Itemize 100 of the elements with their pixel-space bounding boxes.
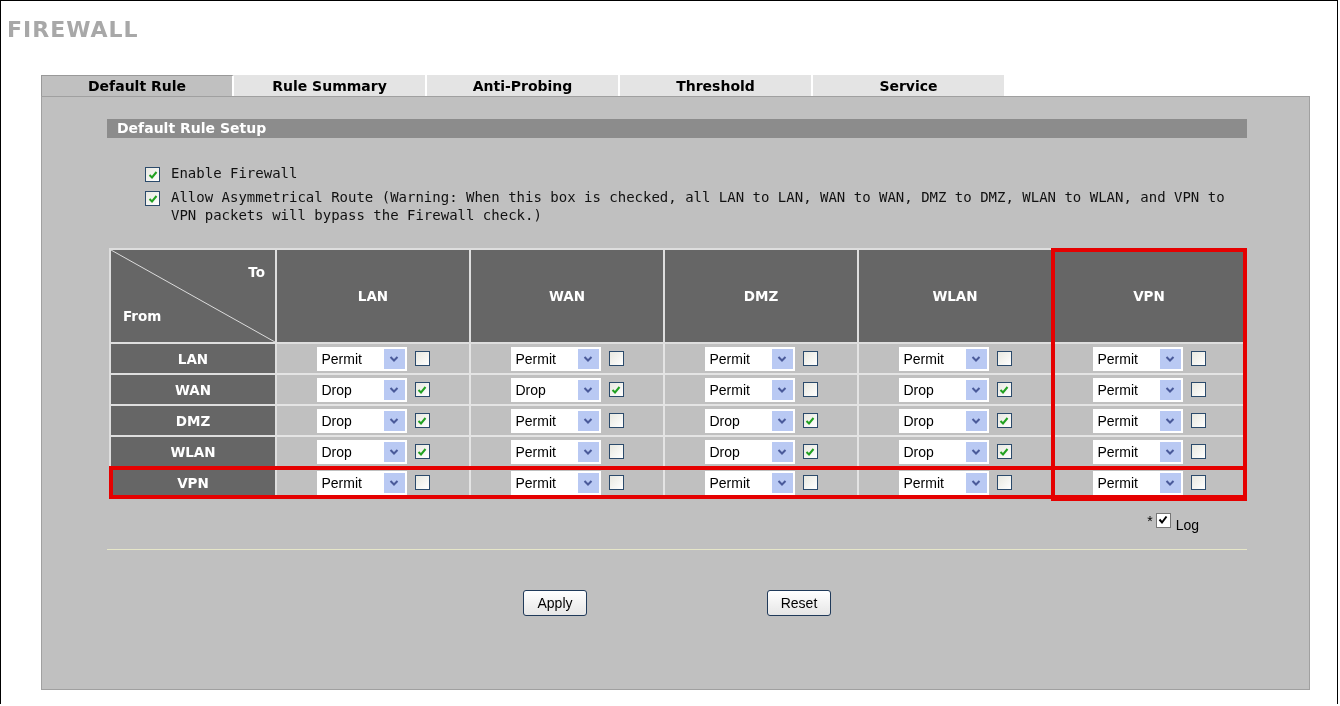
checkbox[interactable]: [145, 191, 160, 206]
action-dropdown[interactable]: Permit: [316, 470, 407, 495]
dropdown-value: Drop: [902, 381, 934, 398]
action-dropdown[interactable]: Permit: [704, 346, 795, 371]
chevron-down-icon: [771, 441, 793, 462]
form-button[interactable]: Apply: [523, 590, 587, 616]
log-checkbox[interactable]: [996, 351, 1012, 366]
dropdown-value: Permit: [708, 474, 750, 491]
chevron-down-icon: [577, 410, 599, 431]
log-checkbox[interactable]: [802, 444, 818, 459]
dropdown-value: Permit: [708, 381, 750, 398]
dropdown-value: Drop: [320, 443, 352, 460]
action-dropdown[interactable]: Permit: [510, 408, 601, 433]
log-checkbox[interactable]: [414, 444, 430, 459]
log-checkbox[interactable]: [802, 382, 818, 397]
log-checkbox[interactable]: [608, 351, 624, 366]
log-checkbox[interactable]: [996, 444, 1012, 459]
tab[interactable]: Anti-Probing: [427, 75, 620, 96]
action-dropdown[interactable]: Permit: [1092, 408, 1183, 433]
chevron-down-icon: [771, 348, 793, 369]
action-dropdown[interactable]: Drop: [704, 439, 795, 464]
action-dropdown[interactable]: Permit: [898, 346, 989, 371]
log-checkbox[interactable]: [608, 475, 624, 490]
chevron-down-icon: [771, 379, 793, 400]
log-checkbox[interactable]: [608, 382, 624, 397]
dropdown-value: Drop: [708, 443, 740, 460]
dropdown-value: Permit: [514, 350, 556, 367]
log-checkbox[interactable]: [608, 413, 624, 428]
action-dropdown[interactable]: Drop: [510, 377, 601, 402]
chevron-down-icon: [1159, 472, 1181, 493]
row-header: LAN: [109, 344, 277, 375]
dropdown-value: Permit: [514, 474, 556, 491]
chevron-down-icon: [577, 379, 599, 400]
from-label: From: [123, 308, 162, 324]
log-checkbox[interactable]: [608, 444, 624, 459]
log-checkbox[interactable]: [414, 382, 430, 397]
to-label: To: [248, 264, 265, 280]
section-header: Default Rule Setup: [107, 119, 1247, 138]
chevron-down-icon: [383, 441, 405, 462]
dropdown-value: Permit: [514, 443, 556, 460]
option-label: Allow Asymmetrical Route (Warning: When this box is checked, all LAN to LAN, WAN to WAN, DMZ to DMZ, WLAN to WLAN, and VPN to VPN packets will bypass the Firewall check.): [171, 188, 1226, 224]
log-checkbox[interactable]: [1190, 444, 1206, 459]
row-header: WAN: [109, 375, 277, 406]
log-checkbox[interactable]: [1190, 413, 1206, 428]
action-dropdown[interactable]: Permit: [1092, 346, 1183, 371]
log-checkbox[interactable]: [996, 475, 1012, 490]
action-dropdown[interactable]: Drop: [898, 377, 989, 402]
dropdown-value: Permit: [1096, 443, 1138, 460]
action-dropdown[interactable]: Permit: [510, 470, 601, 495]
column-header: DMZ: [665, 248, 859, 344]
row-header: DMZ: [109, 406, 277, 437]
chevron-down-icon: [965, 348, 987, 369]
action-dropdown[interactable]: Permit: [1092, 439, 1183, 464]
dropdown-value: Drop: [320, 381, 352, 398]
action-dropdown[interactable]: Permit: [1092, 470, 1183, 495]
log-checkbox[interactable]: [1190, 382, 1206, 397]
log-checkbox[interactable]: [1190, 351, 1206, 366]
log-checkbox[interactable]: [802, 351, 818, 366]
action-dropdown[interactable]: Permit: [316, 346, 407, 371]
action-dropdown[interactable]: Permit: [510, 439, 601, 464]
chevron-down-icon: [577, 348, 599, 369]
chevron-down-icon: [965, 441, 987, 462]
action-dropdown[interactable]: Drop: [316, 377, 407, 402]
action-dropdown[interactable]: Drop: [704, 408, 795, 433]
action-dropdown[interactable]: Permit: [898, 470, 989, 495]
chevron-down-icon: [1159, 379, 1181, 400]
dropdown-value: Permit: [902, 474, 944, 491]
log-checkbox[interactable]: [996, 413, 1012, 428]
action-dropdown[interactable]: Permit: [510, 346, 601, 371]
log-checkbox[interactable]: [414, 351, 430, 366]
dropdown-value: Drop: [708, 412, 740, 429]
checkbox[interactable]: [145, 167, 160, 182]
tab[interactable]: Service: [813, 75, 1006, 96]
action-dropdown[interactable]: Drop: [898, 408, 989, 433]
log-checkbox[interactable]: [414, 413, 430, 428]
chevron-down-icon: [383, 472, 405, 493]
tab[interactable]: Rule Summary: [234, 75, 427, 96]
dropdown-value: Permit: [1096, 412, 1138, 429]
action-dropdown[interactable]: Permit: [1092, 377, 1183, 402]
action-dropdown[interactable]: Drop: [898, 439, 989, 464]
dropdown-value: Permit: [1096, 381, 1138, 398]
log-checkbox[interactable]: [414, 475, 430, 490]
dropdown-value: Drop: [514, 381, 546, 398]
tab[interactable]: Default Rule: [41, 75, 234, 96]
tab[interactable]: Threshold: [620, 75, 813, 96]
chevron-down-icon: [771, 410, 793, 431]
action-dropdown[interactable]: Drop: [316, 408, 407, 433]
action-dropdown[interactable]: Permit: [704, 470, 795, 495]
action-dropdown[interactable]: Permit: [704, 377, 795, 402]
chevron-down-icon: [1159, 410, 1181, 431]
form-button[interactable]: Reset: [767, 590, 831, 616]
log-marker: *: [1147, 513, 1153, 529]
log-label: Log: [1175, 517, 1199, 533]
log-checkbox[interactable]: [996, 382, 1012, 397]
log-checkbox[interactable]: [802, 413, 818, 428]
log-checkbox[interactable]: [1190, 475, 1206, 490]
log-checkbox[interactable]: [802, 475, 818, 490]
dropdown-value: Permit: [902, 350, 944, 367]
chevron-down-icon: [577, 441, 599, 462]
action-dropdown[interactable]: Drop: [316, 439, 407, 464]
